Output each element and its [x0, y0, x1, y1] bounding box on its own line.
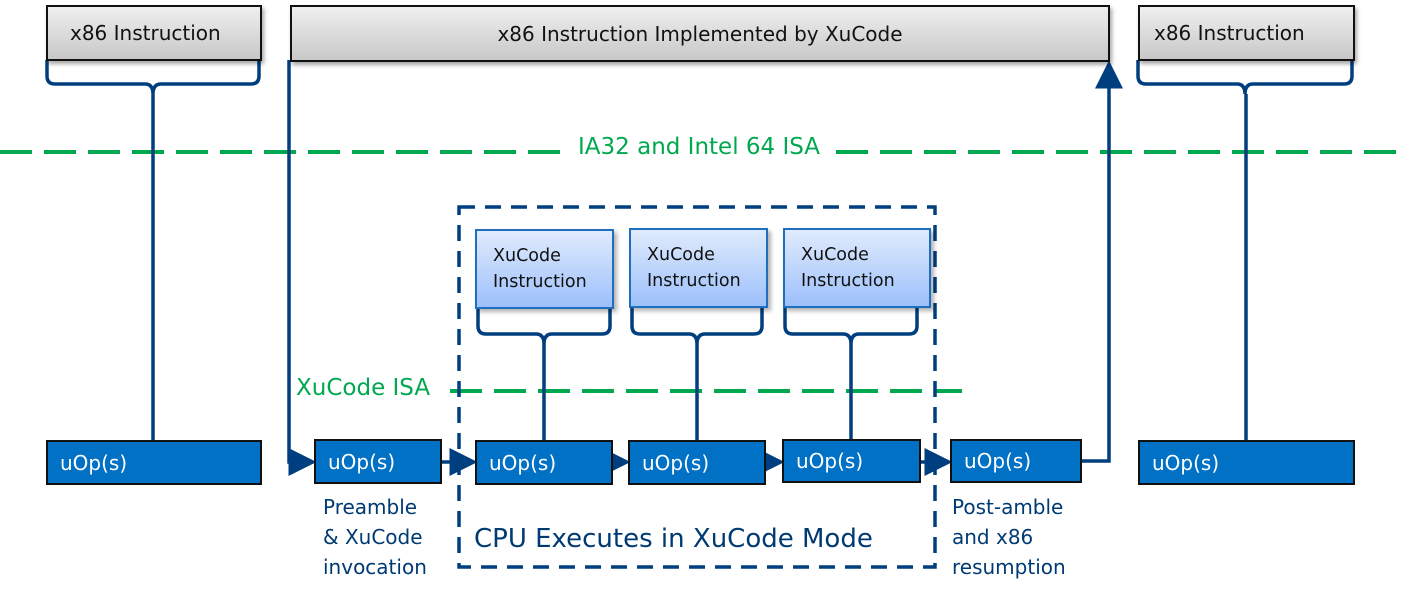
uop-postamble: uOp(s) — [950, 439, 1082, 483]
x86-instruction-left-label: x86 Instruction — [70, 21, 221, 45]
preamble-annotation: Preamble & XuCode invocation — [323, 492, 427, 582]
xucode-instruction-1-line1: XuCode — [493, 246, 561, 266]
xucode-instruction-2-line2: Instruction — [647, 271, 741, 291]
postamble-annotation: Post-amble and x86 resumption — [952, 492, 1066, 582]
uop-preamble: uOp(s) — [314, 439, 442, 484]
postamble-line-2: and x86 — [952, 525, 1034, 549]
x86-instruction-left: x86 Instruction — [46, 5, 262, 61]
x86-instruction-xucode-label: x86 Instruction Implemented by XuCode — [497, 21, 903, 46]
bracket-right — [1136, 60, 1354, 95]
xucode-instruction-2-line1: XuCode — [647, 245, 715, 265]
bracket-xu-1 — [476, 308, 612, 345]
preamble-line-2: & XuCode — [323, 525, 423, 549]
xucode-instruction-3: XuCode Instruction — [783, 228, 931, 308]
uop-left-label: uOp(s) — [60, 450, 128, 475]
preamble-line-3: invocation — [323, 555, 427, 579]
xucode-instruction-1-line2: Instruction — [493, 272, 587, 292]
uop-postamble-label: uOp(s) — [964, 449, 1032, 473]
uop-xucode-3: uOp(s) — [782, 439, 921, 483]
lower-isa-label: XuCode ISA — [296, 375, 433, 401]
xucode-instruction-1: XuCode Instruction — [475, 229, 614, 309]
x86-instruction-xucode: x86 Instruction Implemented by XuCode — [290, 5, 1110, 62]
upper-isa-label: IA32 and Intel 64 ISA — [568, 134, 831, 160]
uop-xucode-1-label: uOp(s) — [489, 450, 557, 475]
postamble-line-3: resumption — [952, 555, 1066, 579]
uop-xucode-2: uOp(s) — [628, 440, 766, 485]
x86-instruction-right-label: x86 Instruction — [1154, 21, 1305, 45]
uop-left: uOp(s) — [46, 440, 262, 485]
preamble-line-1: Preamble — [323, 495, 418, 519]
x86-instruction-right: x86 Instruction — [1138, 5, 1355, 61]
uop-preamble-label: uOp(s) — [328, 449, 396, 474]
bracket-xu-3 — [783, 308, 919, 345]
invoke-path — [287, 60, 317, 476]
uop-right-label: uOp(s) — [1152, 450, 1220, 475]
xucode-instruction-3-line2: Instruction — [801, 271, 895, 291]
xucode-instruction-2: XuCode Instruction — [629, 228, 768, 308]
resume-path — [1081, 60, 1123, 463]
xucode-mode-label: CPU Executes in XuCode Mode — [474, 524, 873, 554]
uop-xucode-1: uOp(s) — [475, 440, 613, 485]
bracket-left — [45, 60, 261, 95]
postamble-line-1: Post-amble — [952, 495, 1064, 519]
uop-xucode-2-label: uOp(s) — [642, 450, 710, 475]
uop-xucode-3-label: uOp(s) — [796, 449, 864, 473]
xucode-instruction-3-line1: XuCode — [801, 245, 869, 265]
bracket-xu-2 — [630, 308, 764, 345]
uop-right: uOp(s) — [1138, 440, 1355, 485]
